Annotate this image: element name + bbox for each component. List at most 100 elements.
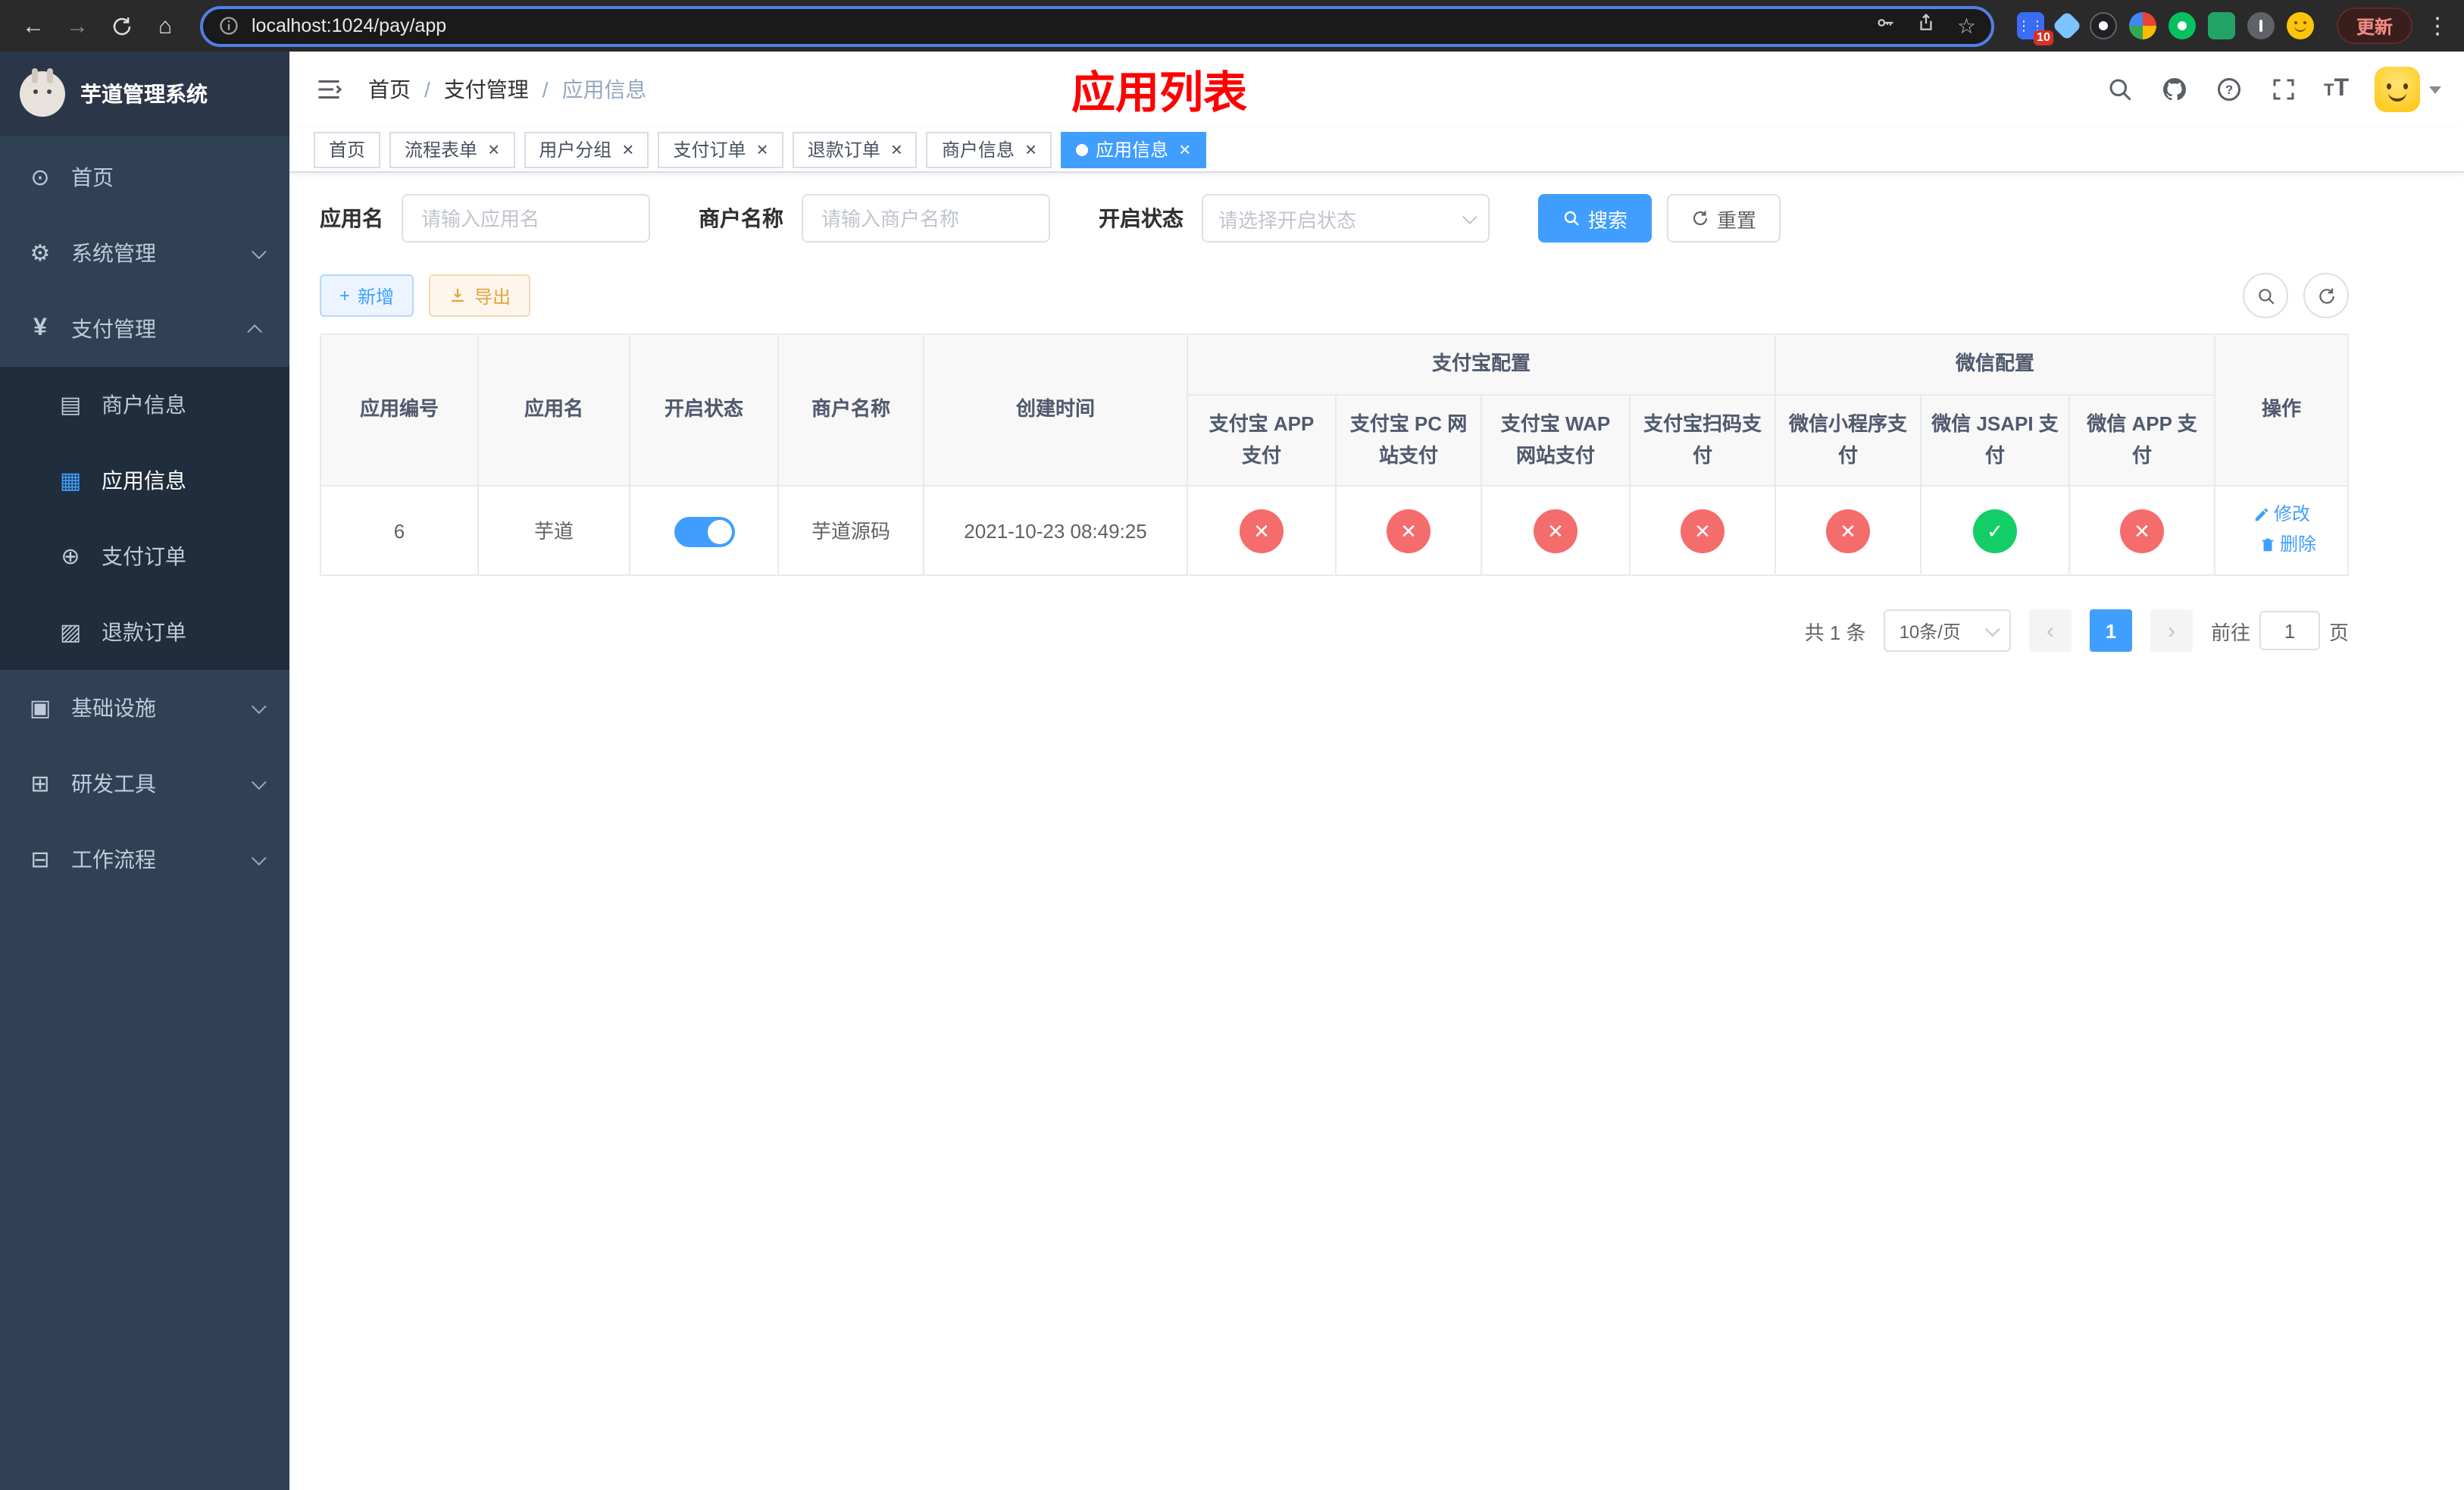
url-text: localhost:1024/pay/app <box>252 15 447 36</box>
help-icon[interactable]: ? <box>2215 75 2244 104</box>
status-cross-icon: ✕ <box>1681 509 1724 553</box>
credit-card-icon: ▤ <box>59 393 82 418</box>
reset-button[interactable]: 重置 <box>1667 194 1781 243</box>
extension-badge: 10 <box>2034 30 2053 45</box>
chevron-down-icon <box>251 774 267 790</box>
notes-extension-icon[interactable] <box>2207 12 2235 39</box>
extension-color-icon[interactable] <box>2128 12 2156 39</box>
close-icon[interactable]: × <box>757 139 768 159</box>
sidebar-item-payment[interactable]: ¥ 支付管理 <box>0 291 289 367</box>
refund-icon: ▨ <box>59 620 82 646</box>
browser-menu-icon[interactable]: ⋮ <box>2426 12 2449 39</box>
pin-extension-icon[interactable] <box>2247 12 2275 39</box>
address-bar[interactable]: localhost:1024/pay/app ☆ <box>200 5 1994 46</box>
export-button[interactable]: 导出 <box>429 274 531 317</box>
toolbox-icon: ⊞ <box>30 772 50 797</box>
tab-home[interactable]: 首页 <box>314 131 381 167</box>
goto-suffix: 页 <box>2328 621 2349 644</box>
profile-avatar-icon[interactable] <box>2286 12 2314 39</box>
tab-merchant-info[interactable]: 商户信息 × <box>926 131 1052 167</box>
sidebar-item-label: 支付管理 <box>71 317 156 341</box>
extension-diamond-icon[interactable] <box>2052 11 2082 41</box>
sidebar-item-home[interactable]: ⊙ 首页 <box>0 139 289 215</box>
search-form: 应用名 商户名称 开启状态 请选择开启状态 <box>320 194 2349 243</box>
tags-view-bar: 首页 流程表单 × 用户分组 × 支付订单 × 退款订单 × 商户信息 × 应用… <box>289 127 2464 173</box>
user-menu[interactable] <box>2375 67 2441 112</box>
cell-alipay-pc: ✕ <box>1335 485 1482 577</box>
close-icon[interactable]: × <box>1179 139 1190 159</box>
sidebar-item-merchant-info[interactable]: ▤ 商户信息 <box>0 367 289 443</box>
cell-wx-app: ✕ <box>2068 485 2216 577</box>
sidebar-item-pay-order[interactable]: ⊕ 支付订单 <box>0 518 289 594</box>
sidebar-item-label: 首页 <box>71 165 114 189</box>
col-wx-jsapi: 微信 JSAPI 支付 <box>1920 393 2071 487</box>
sidebar-item-app-info[interactable]: ▦ 应用信息 <box>0 443 289 518</box>
delete-button[interactable]: 删除 <box>2259 531 2316 559</box>
prev-page-button[interactable]: ‹ <box>2028 609 2072 653</box>
cell-wx-mini: ✕ <box>1775 485 1922 577</box>
password-key-icon[interactable] <box>1875 11 1896 40</box>
back-icon[interactable]: ← <box>15 8 52 44</box>
bookmark-star-icon[interactable]: ☆ <box>1957 15 1976 36</box>
next-page-button[interactable]: › <box>2150 609 2193 653</box>
sidebar-item-system[interactable]: ⚙ 系统管理 <box>0 215 289 291</box>
tab-refund-order[interactable]: 退款订单 × <box>792 131 918 167</box>
order-icon: ⊕ <box>61 544 80 570</box>
add-button[interactable]: + 新增 <box>320 274 414 317</box>
page-title: 应用列表 <box>1071 70 1248 118</box>
app-logo[interactable]: 芋道管理系统 <box>0 52 289 136</box>
col-status: 开启状态 <box>629 333 779 487</box>
chrome-update-button[interactable]: 更新 <box>2336 8 2412 44</box>
reload-icon[interactable] <box>103 8 139 44</box>
tab-pay-order[interactable]: 支付订单 × <box>658 131 783 167</box>
col-alipay-pc: 支付宝 PC 网站支付 <box>1335 393 1482 487</box>
close-icon[interactable]: × <box>488 139 499 159</box>
edit-button[interactable]: 修改 <box>2253 501 2310 528</box>
close-icon[interactable]: × <box>622 139 633 159</box>
sidebar-item-devtools[interactable]: ⊞ 研发工具 <box>0 746 289 822</box>
share-icon[interactable] <box>1916 11 1937 40</box>
collapse-sidebar-icon[interactable] <box>312 73 346 106</box>
page-number-button[interactable]: 1 <box>2089 609 2132 653</box>
cell-created: 2021-10-23 08:49:25 <box>923 485 1188 577</box>
site-info-icon[interactable] <box>218 15 239 36</box>
search-icon[interactable] <box>2106 75 2134 104</box>
tab-process-form[interactable]: 流程表单 × <box>389 131 515 167</box>
close-icon[interactable]: × <box>1025 139 1037 159</box>
col-wx-mini: 微信小程序支付 <box>1775 393 1922 487</box>
tab-user-group[interactable]: 用户分组 × <box>524 131 649 167</box>
sidebar-item-workflow[interactable]: ⊟ 工作流程 <box>0 822 289 897</box>
breadcrumb-home[interactable]: 首页 <box>368 74 411 105</box>
home-icon[interactable]: ⌂ <box>147 8 183 44</box>
table-toolbar: + 新增 导出 <box>320 273 2349 318</box>
app-title: 芋道管理系统 <box>80 82 208 106</box>
row-status-toggle[interactable] <box>674 516 734 547</box>
status-cross-icon: ✕ <box>1826 509 1871 553</box>
sidebar-item-infrastructure[interactable]: ▣ 基础设施 <box>0 670 289 746</box>
tab-app-info[interactable]: 应用信息 × <box>1061 131 1206 167</box>
search-button[interactable]: 搜索 <box>1538 194 1653 243</box>
wechat-extension-icon[interactable] <box>2168 12 2196 39</box>
extension-grid-icon[interactable]: ⋮⋮ 10 <box>2016 12 2053 45</box>
app-name-input[interactable] <box>402 194 650 243</box>
browser-toolbar: ← → ⌂ localhost:1024/pay/app ☆ ⋮⋮ 10 更新 … <box>0 0 2464 52</box>
sidebar-item-refund-order[interactable]: ▨ 退款订单 <box>0 594 289 670</box>
font-size-icon[interactable]: TT <box>2324 76 2349 103</box>
merchant-name-input[interactable] <box>802 194 1050 243</box>
search-button-label: 搜索 <box>1588 208 1628 231</box>
fullscreen-icon[interactable] <box>2269 75 2298 104</box>
breadcrumb-payment[interactable]: 支付管理 <box>444 74 529 105</box>
forward-icon[interactable]: → <box>59 8 95 44</box>
extension-dark-icon[interactable] <box>2089 12 2117 39</box>
goto-page-input[interactable] <box>2259 611 2320 651</box>
merchant-name-label: 商户名称 <box>699 206 783 230</box>
status-select[interactable]: 请选择开启状态 <box>1202 194 1490 243</box>
goto-prefix: 前往 <box>2210 621 2250 644</box>
refresh-table-icon[interactable] <box>2303 273 2349 318</box>
show-search-toggle-icon[interactable] <box>2243 273 2288 318</box>
cell-wx-jsapi: ✓ <box>1920 485 2071 577</box>
github-icon[interactable] <box>2160 75 2189 104</box>
close-icon[interactable]: × <box>891 139 902 159</box>
col-alipay-app: 支付宝 APP 支付 <box>1187 393 1337 487</box>
page-size-select[interactable]: 10条/页 <box>1884 609 2011 653</box>
